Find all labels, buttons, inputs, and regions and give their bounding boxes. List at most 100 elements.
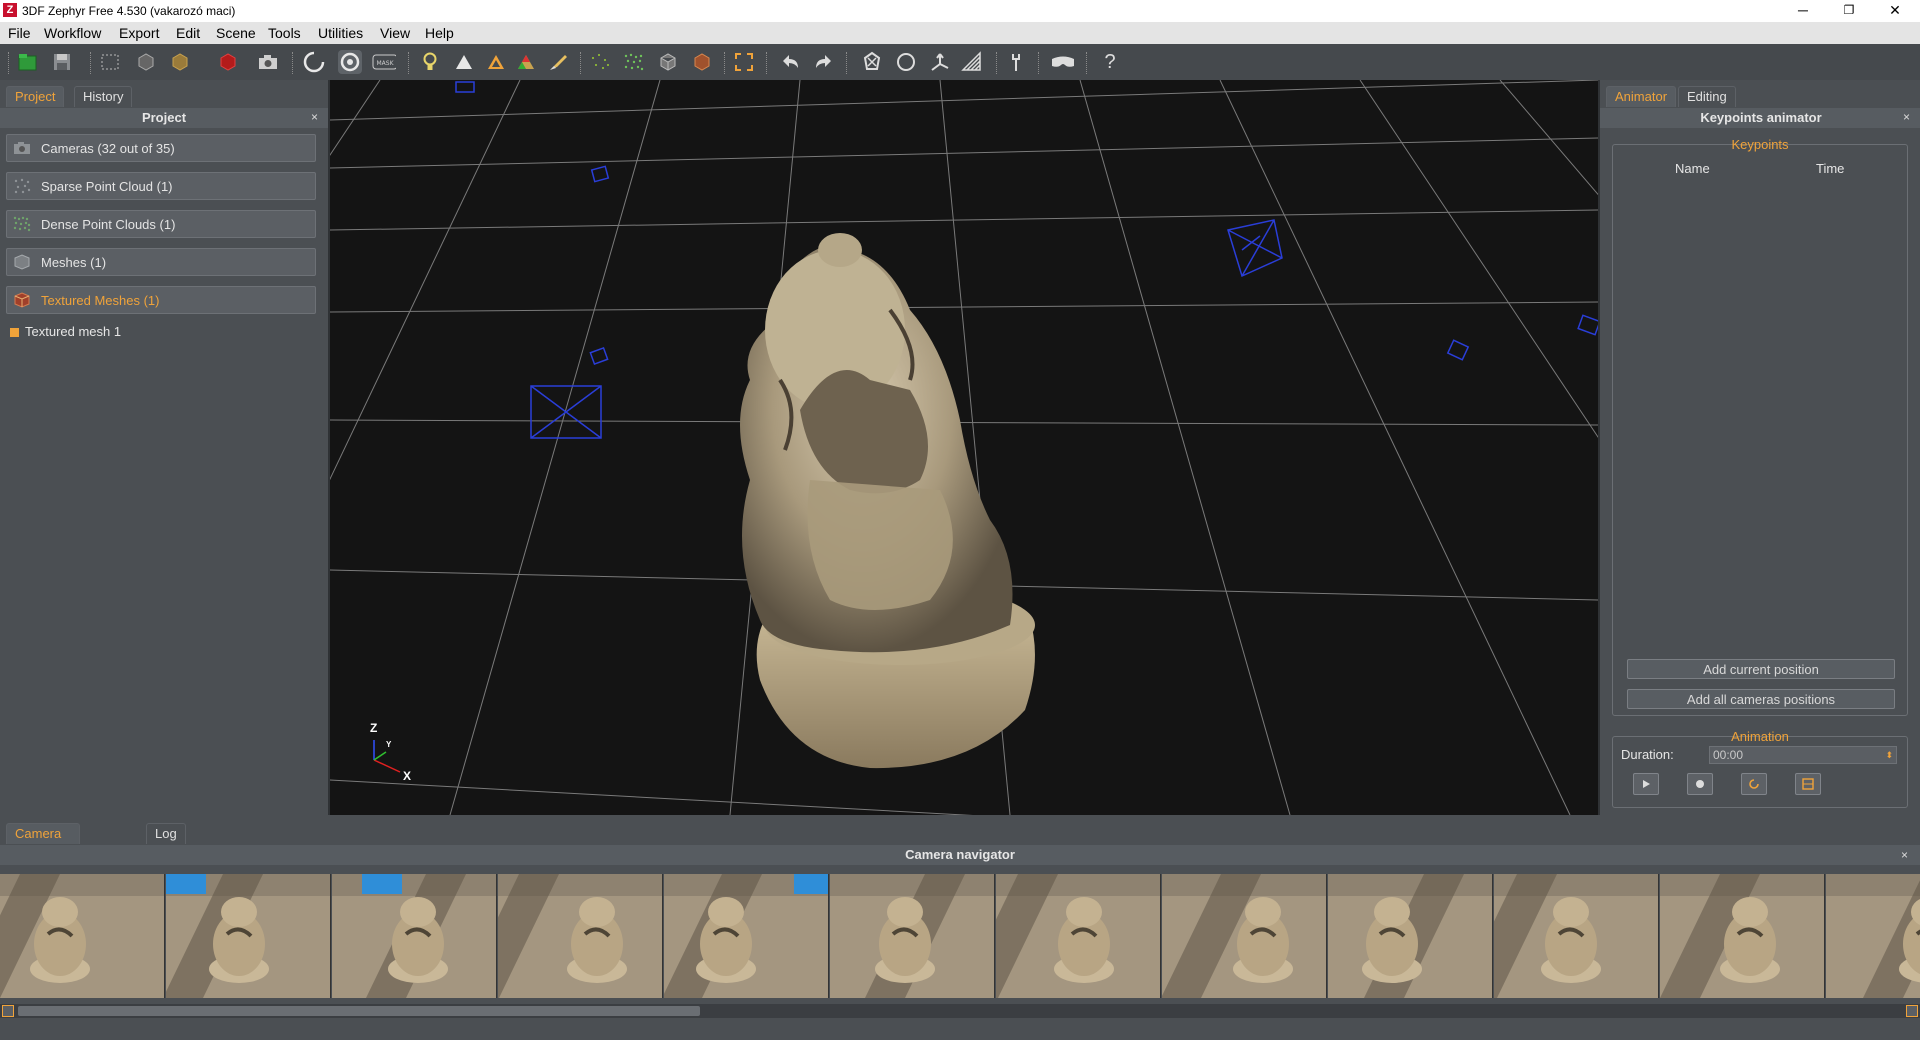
close-panel-icon[interactable]: × [1901, 846, 1908, 864]
animation-group: Animation Duration: 00:00 ⬍ [1612, 729, 1908, 808]
export-video-button[interactable] [1795, 773, 1821, 795]
menu-edit[interactable]: Edit [176, 25, 200, 41]
textured-mesh-entry[interactable]: Textured mesh 1 [10, 324, 121, 339]
camera-thumbnail[interactable] [0, 874, 165, 998]
orbit-icon[interactable] [338, 50, 362, 74]
loop-button[interactable] [1741, 773, 1767, 795]
menu-scene[interactable]: Scene [216, 25, 256, 41]
dense-points-icon[interactable] [622, 50, 646, 74]
column-header-name[interactable]: Name [1675, 161, 1710, 176]
camera-thumbnail[interactable] [1660, 874, 1825, 998]
save-icon[interactable] [50, 50, 74, 74]
camera-thumbnail[interactable] [664, 874, 829, 998]
camera-frustums[interactable] [455, 81, 1598, 439]
project-item-cameras[interactable]: Cameras (32 out of 35) [6, 134, 316, 162]
camera-thumbnail[interactable] [1162, 874, 1327, 998]
add-all-cameras-positions-button[interactable]: Add all cameras positions [1627, 689, 1895, 709]
duration-label: Duration: [1621, 747, 1674, 762]
scroll-left-icon[interactable] [2, 1005, 14, 1017]
menu-file[interactable]: File [8, 25, 31, 41]
play-icon [1643, 780, 1650, 788]
horizontal-scrollbar[interactable] [0, 1004, 1920, 1018]
menu-view[interactable]: View [380, 25, 410, 41]
polygon-select-icon[interactable] [860, 50, 884, 74]
scroll-right-icon[interactable] [1906, 1005, 1918, 1017]
duration-field[interactable]: 00:00 ⬍ [1709, 746, 1897, 764]
animator-panel: Animator Editing Keypoints animator × Ke… [1598, 80, 1920, 815]
camera-icon[interactable] [256, 50, 280, 74]
rotate-icon[interactable] [302, 50, 326, 74]
menu-export[interactable]: Export [119, 25, 159, 41]
project-item-meshes[interactable]: Meshes (1) [6, 248, 316, 276]
tab-animator[interactable]: Animator [1606, 86, 1677, 107]
play-button[interactable] [1633, 773, 1659, 795]
new-project-icon[interactable] [16, 50, 40, 74]
camera-thumbnail[interactable] [830, 874, 995, 998]
redo-icon[interactable] [812, 50, 836, 74]
restore-button[interactable]: ❐ [1826, 0, 1872, 22]
title-bar: Z 3DF Zephyr Free 4.530 (vakarozó maci) … [0, 0, 1920, 22]
textured-mesh-bear[interactable] [740, 233, 1035, 769]
menu-help[interactable]: Help [425, 25, 454, 41]
camera-thumbnail[interactable] [1826, 874, 1920, 998]
project-item-textured-meshes[interactable]: Textured Meshes (1) [6, 286, 316, 314]
brush-icon[interactable] [546, 50, 570, 74]
camera-thumbnail[interactable] [1328, 874, 1493, 998]
tab-log[interactable]: Log [146, 823, 186, 844]
wireframe-icon[interactable] [960, 50, 984, 74]
tab-camera-navigator[interactable]: Camera Navigator [6, 823, 80, 861]
textured-mesh-icon[interactable] [690, 50, 714, 74]
animation-controls [1631, 773, 1891, 795]
close-panel-icon[interactable]: × [311, 108, 318, 126]
tab-history[interactable]: History [74, 86, 133, 107]
mask-icon[interactable]: MASK [372, 50, 396, 74]
light-icon[interactable] [418, 50, 442, 74]
camera-thumbnail[interactable] [1494, 874, 1659, 998]
toolbar-separator [8, 52, 11, 74]
scene-canvas[interactable] [330, 80, 1598, 815]
mesh-icon[interactable] [656, 50, 680, 74]
camera-thumbnail[interactable] [166, 874, 331, 998]
help-icon[interactable]: ? [1098, 50, 1122, 74]
close-button[interactable]: ✕ [1872, 0, 1918, 22]
camera-thumbnails-strip[interactable] [0, 874, 1920, 998]
record-button[interactable] [1687, 773, 1713, 795]
tab-project[interactable]: Project [6, 86, 65, 107]
column-header-time[interactable]: Time [1816, 161, 1844, 176]
color-triangle-icon[interactable] [484, 50, 508, 74]
frame-icon[interactable] [732, 50, 756, 74]
add-current-position-button[interactable]: Add current position [1627, 659, 1895, 679]
scroll-thumb[interactable] [18, 1006, 700, 1016]
gizmo-icon[interactable] [928, 50, 952, 74]
camera-thumbnail[interactable] [332, 874, 497, 998]
camera-frustum [590, 165, 610, 183]
tab-editing[interactable]: Editing [1678, 86, 1736, 107]
sparse-points-icon[interactable] [588, 50, 612, 74]
menu-utilities[interactable]: Utilities [318, 25, 363, 41]
vr-icon[interactable] [1050, 50, 1074, 74]
camera-thumbnail[interactable] [498, 874, 663, 998]
close-panel-icon[interactable]: × [1903, 108, 1910, 126]
select-rect-icon[interactable] [98, 50, 122, 74]
camera-thumbnail[interactable] [996, 874, 1161, 998]
record-icon [1696, 780, 1704, 788]
spinner-icon[interactable]: ⬍ [1885, 747, 1893, 763]
minimize-button[interactable]: ─ [1780, 0, 1826, 22]
keypoints-list[interactable] [1617, 181, 1901, 621]
cube-icon[interactable] [168, 50, 192, 74]
rgb-triangle-icon[interactable] [514, 50, 538, 74]
undo-icon[interactable] [778, 50, 802, 74]
project-item-dense-point-clouds[interactable]: Dense Point Clouds (1) [6, 210, 316, 238]
menu-workflow[interactable]: Workflow [44, 25, 101, 41]
tool-icon[interactable] [1004, 50, 1028, 74]
lasso-icon[interactable] [894, 50, 918, 74]
textured-cube-icon[interactable] [216, 50, 240, 74]
menu-tools[interactable]: Tools [268, 25, 301, 41]
project-item-sparse-point-cloud[interactable]: Sparse Point Cloud (1) [6, 172, 316, 200]
axis-label-z: Z [370, 721, 378, 735]
box-icon[interactable] [134, 50, 158, 74]
3d-viewport[interactable]: Z Y X [330, 80, 1598, 815]
triangle-icon[interactable] [452, 50, 476, 74]
keypoints-group-title: Keypoints [1731, 137, 1789, 152]
duration-value: 00:00 [1713, 748, 1744, 762]
